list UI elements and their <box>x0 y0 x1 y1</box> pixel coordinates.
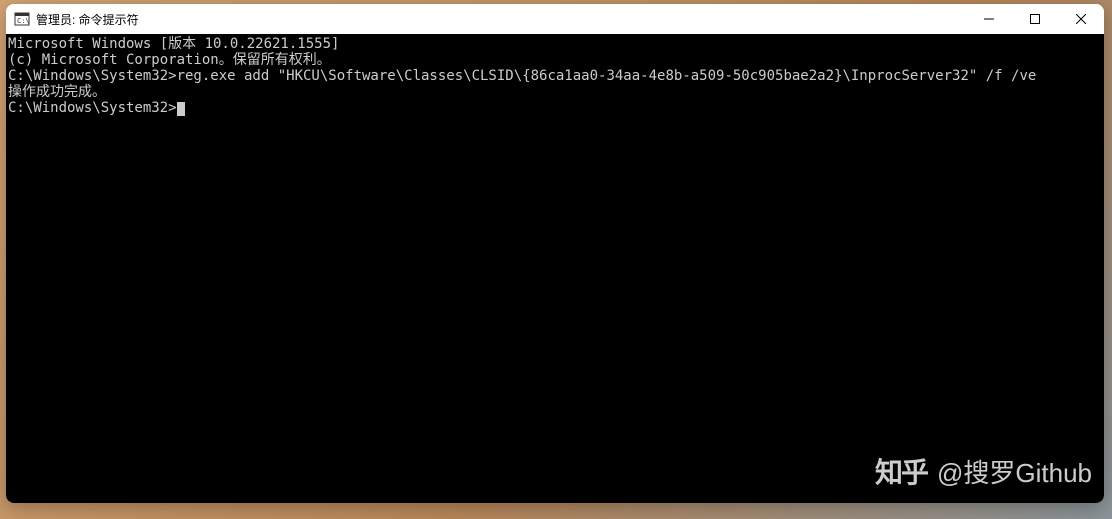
window-title: 管理员: 命令提示符 <box>36 11 966 28</box>
close-button[interactable] <box>1058 4 1104 34</box>
terminal-line: (c) Microsoft Corporation。保留所有权利。 <box>8 52 1104 68</box>
terminal-output[interactable]: Microsoft Windows [版本 10.0.22621.1555](c… <box>6 34 1104 503</box>
svg-text:C:\: C:\ <box>17 17 30 25</box>
terminal-line: Microsoft Windows [版本 10.0.22621.1555] <box>8 36 1104 52</box>
terminal-prompt: C:\Windows\System32> <box>8 100 177 116</box>
minimize-button[interactable] <box>966 4 1012 34</box>
terminal-prompt-line: C:\Windows\System32> <box>8 100 1104 116</box>
maximize-button[interactable] <box>1012 4 1058 34</box>
command-prompt-window: C:\ 管理员: 命令提示符 Microsoft Windows [版本 10.… <box>6 4 1104 503</box>
window-controls <box>966 4 1104 34</box>
titlebar[interactable]: C:\ 管理员: 命令提示符 <box>6 4 1104 34</box>
cursor <box>177 102 185 116</box>
terminal-result: 操作成功完成。 <box>8 84 1104 100</box>
cmd-icon: C:\ <box>14 11 30 27</box>
terminal-command: C:\Windows\System32>reg.exe add "HKCU\So… <box>8 68 1104 84</box>
